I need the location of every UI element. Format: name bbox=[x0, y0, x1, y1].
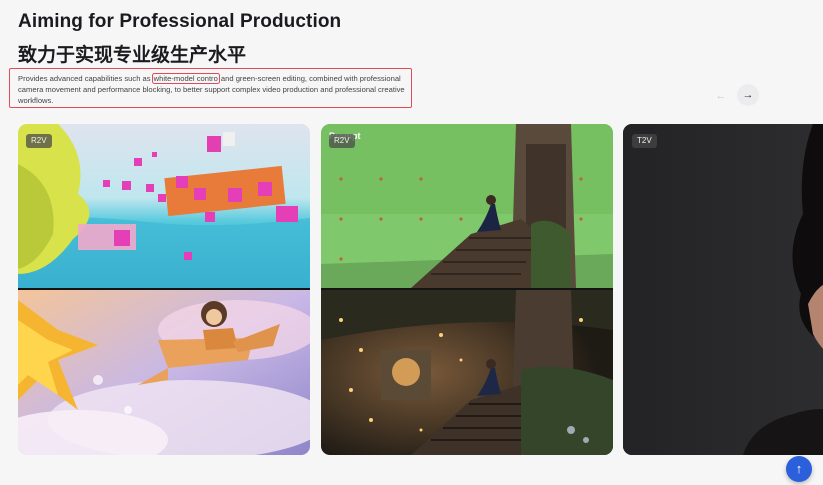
arrow-left-icon: ← bbox=[715, 90, 727, 102]
carousel-next-button[interactable]: → bbox=[737, 84, 759, 106]
video-card-2-top bbox=[321, 124, 613, 288]
page-title-zh: 致力于实现专业级生产水平 bbox=[18, 44, 247, 66]
arrow-right-icon: → bbox=[742, 89, 754, 101]
card-3-badge: T2V bbox=[632, 134, 657, 148]
card-1-badge: R2V bbox=[26, 134, 52, 148]
video-card-1-top bbox=[18, 124, 310, 288]
carousel-prev-button[interactable]: ← bbox=[714, 89, 728, 103]
arrow-up-icon: ↑ bbox=[795, 461, 803, 476]
video-card-3[interactable]: T2V bbox=[623, 124, 823, 455]
description-highlight: white-model contro bbox=[151, 73, 220, 84]
video-card-1-bottom bbox=[18, 290, 310, 455]
description-before: Provides advanced capabilities such as bbox=[18, 74, 153, 83]
description-text: Provides advanced capabilities such as w… bbox=[18, 73, 418, 107]
page-title-en: Aiming for Professional Production bbox=[18, 11, 342, 32]
card-2-badge: R2V bbox=[329, 134, 355, 148]
video-card-1[interactable]: R2V bbox=[18, 124, 310, 455]
video-card-2[interactable]: Prompt R2V bbox=[321, 124, 613, 455]
scroll-top-button[interactable]: ↑ bbox=[786, 456, 812, 482]
video-card-2-bottom bbox=[321, 290, 613, 455]
